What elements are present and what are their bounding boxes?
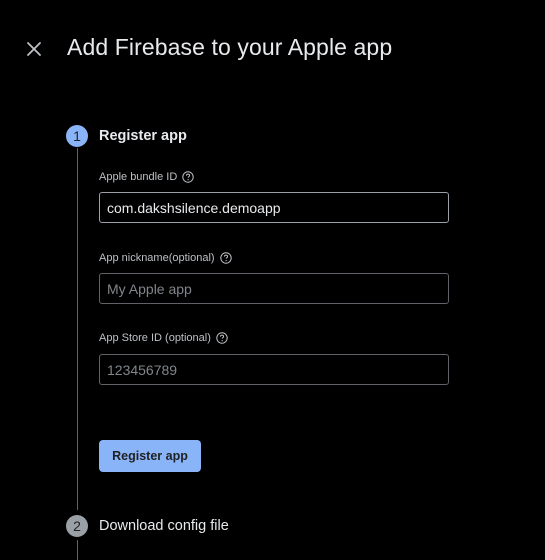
apple-bundle-id-input[interactable] <box>99 192 449 223</box>
app-store-id-input[interactable] <box>99 354 449 385</box>
dialog-title: Add Firebase to your Apple app <box>67 34 393 60</box>
app-nickname-input[interactable] <box>99 273 449 304</box>
step-2-number: 2 <box>66 515 88 537</box>
apple-bundle-id-label: Apple bundle ID <box>99 171 194 183</box>
field-label-text: App Store ID (optional) <box>99 332 211 344</box>
help-icon[interactable] <box>182 171 194 183</box>
field-label-text: App nickname(optional) <box>99 252 215 264</box>
help-icon[interactable] <box>216 332 228 344</box>
register-app-button[interactable]: Register app <box>99 440 201 472</box>
step-connector-line <box>77 540 78 560</box>
step-connector-line <box>77 148 78 510</box>
add-firebase-dialog: Add Firebase to your Apple app 1 Registe… <box>0 0 545 560</box>
app-nickname-label: App nickname(optional) <box>99 252 232 264</box>
app-store-id-label: App Store ID (optional) <box>99 332 228 344</box>
help-icon[interactable] <box>219 252 232 264</box>
close-icon <box>27 42 41 56</box>
step-1-number: 1 <box>66 125 88 147</box>
field-label-text: Apple bundle ID <box>99 171 178 183</box>
step-2-title: Download config file <box>99 518 229 534</box>
step-1-title: Register app <box>99 128 187 144</box>
close-button[interactable] <box>22 37 46 61</box>
